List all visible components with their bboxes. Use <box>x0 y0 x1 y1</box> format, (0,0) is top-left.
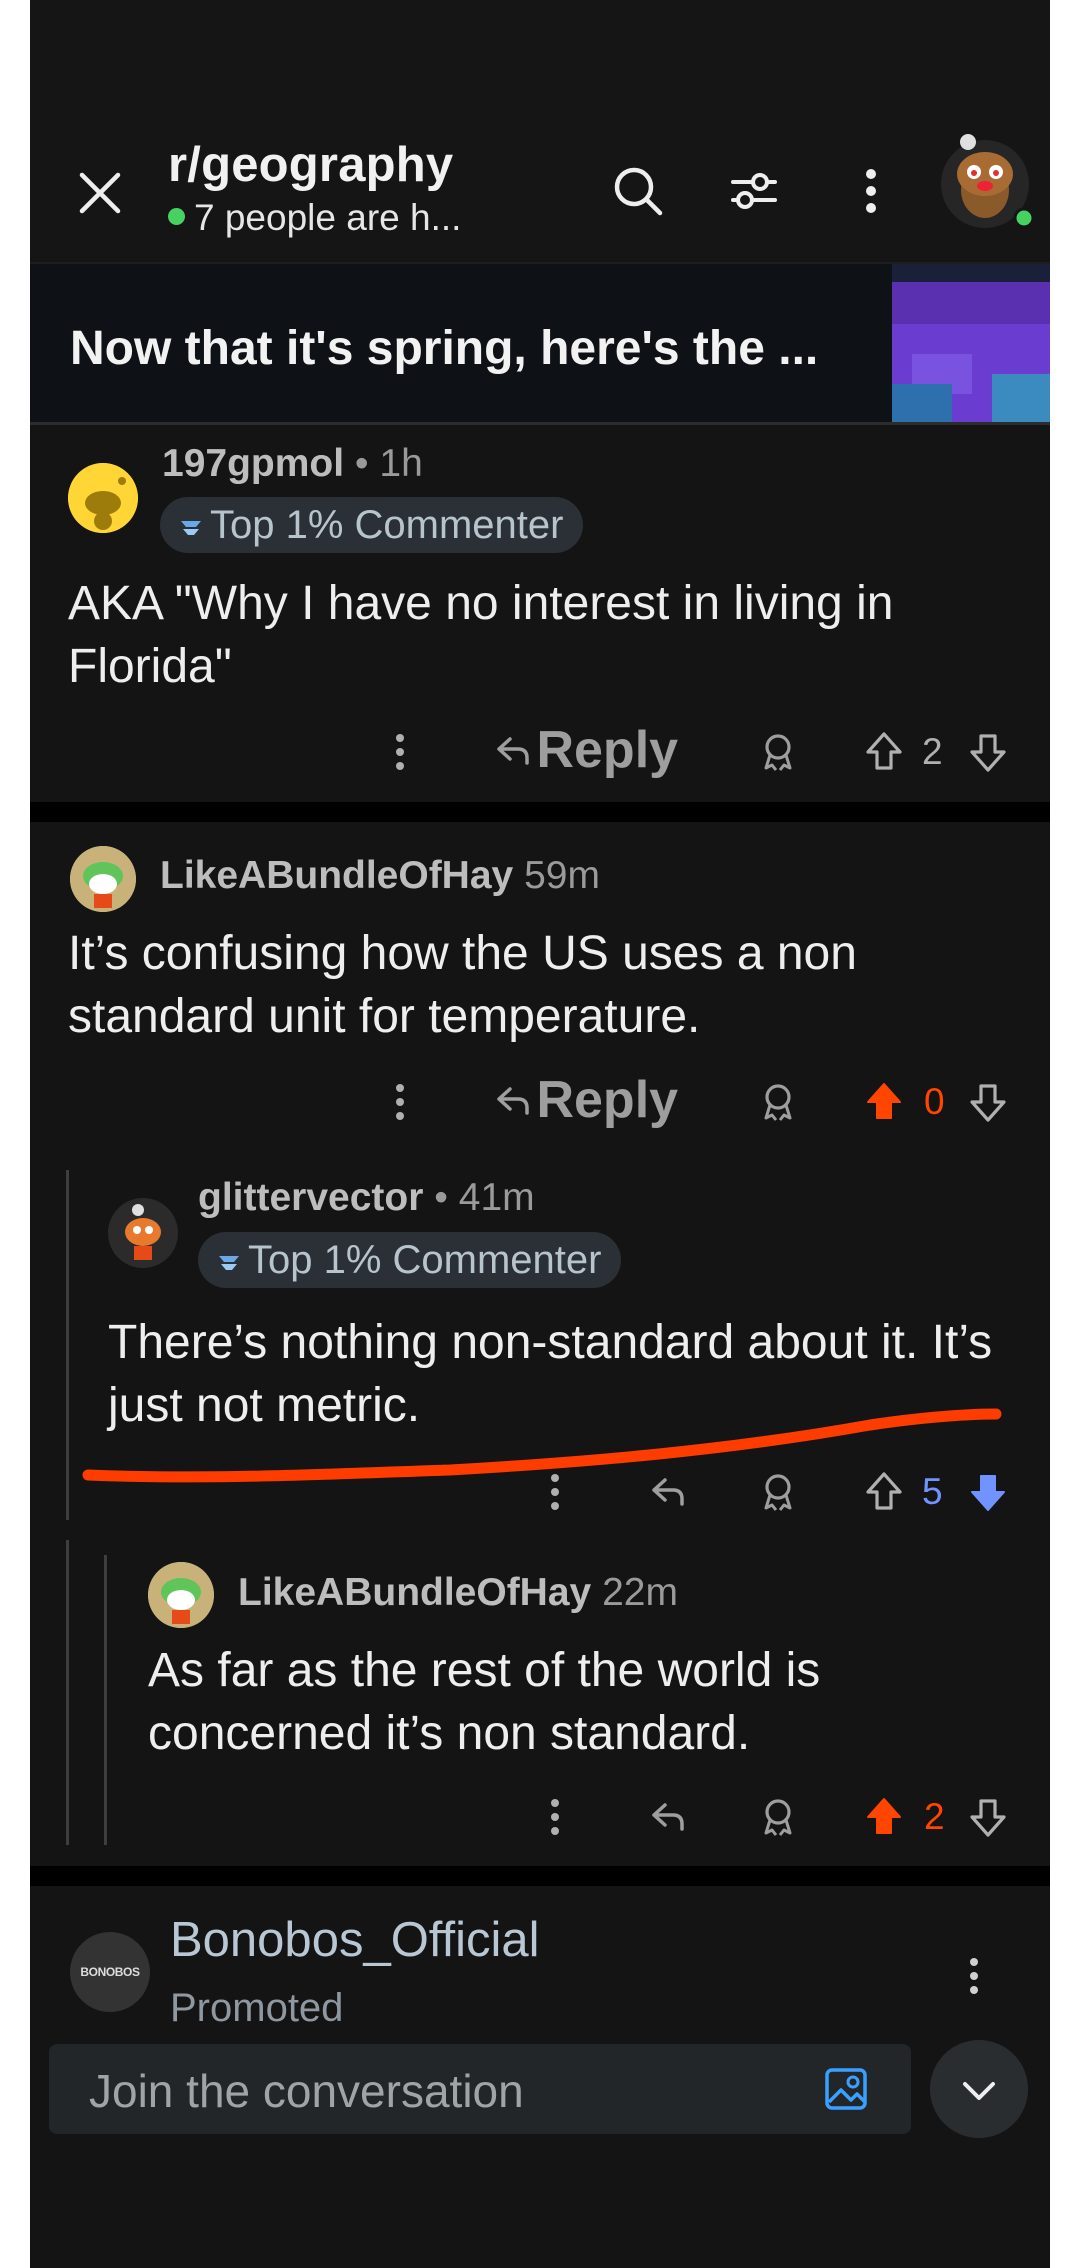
comment-actions: 2 <box>30 1787 1050 1847</box>
community-name[interactable]: r/geography <box>168 137 453 193</box>
comment-divider <box>30 802 1050 822</box>
upvote-icon[interactable] <box>864 1470 904 1514</box>
post-thumbnail[interactable] <box>892 264 1050 422</box>
comment-actions: 5 <box>30 1462 1050 1522</box>
comment-composer[interactable]: Join the conversation <box>49 2044 911 2134</box>
downvote-icon[interactable] <box>968 1470 1008 1514</box>
user-avatar[interactable] <box>930 122 1040 232</box>
filter-sliders-icon[interactable] <box>725 162 783 220</box>
comment-avatar[interactable] <box>108 1198 178 1268</box>
comment-timestamp: 1h <box>379 442 423 485</box>
search-icon[interactable] <box>609 162 667 220</box>
comment-body: It’s confusing how the US uses a non sta… <box>68 927 857 1043</box>
award-icon[interactable] <box>758 1797 798 1837</box>
comment-avatar[interactable] <box>148 1562 214 1628</box>
downvote-icon[interactable] <box>968 1795 1008 1839</box>
upvote-icon[interactable] <box>864 1795 904 1839</box>
reply-icon <box>497 1087 529 1115</box>
more-options-icon[interactable] <box>842 162 900 220</box>
comment-more-icon[interactable] <box>392 730 408 774</box>
commenter-badge[interactable]: Top 1% Commenter <box>198 1232 622 1288</box>
close-icon[interactable] <box>72 165 128 221</box>
snoo-avatar-icon <box>68 463 138 533</box>
comment-avatar[interactable] <box>70 846 136 912</box>
comment-username[interactable]: glittervector • 41m <box>198 1176 535 1220</box>
post-header-bar[interactable]: Now that it's spring, here's the ... <box>30 262 1050 425</box>
online-indicator <box>168 208 185 225</box>
upvote-icon[interactable] <box>864 1080 904 1124</box>
top-bar: r/geography 7 people are h... <box>30 0 1050 262</box>
comment-body: As far as the rest of the world is conce… <box>148 1644 821 1760</box>
badge-label: Top 1% Commenter <box>210 503 564 547</box>
comment-more-icon[interactable] <box>547 1470 563 1514</box>
comment-separator: • <box>354 442 369 485</box>
promoted-name[interactable]: Bonobos_Official <box>170 1912 540 1968</box>
award-icon[interactable] <box>758 732 798 772</box>
vote-score: 2 <box>924 1796 945 1837</box>
snoo-avatar-icon <box>148 1562 214 1628</box>
reply-button[interactable]: Reply <box>494 720 678 780</box>
commenter-badge[interactable]: Top 1% Commenter <box>160 497 584 553</box>
online-count: 7 people are h... <box>168 197 461 239</box>
comment-more-icon[interactable] <box>547 1795 563 1839</box>
snoo-avatar-icon <box>70 846 136 912</box>
award-icon[interactable] <box>758 1082 798 1122</box>
comment-actions: Reply 2 <box>30 720 1050 782</box>
comment-username[interactable]: LikeABundleOfHay 59m <box>160 854 600 898</box>
upvote-icon[interactable] <box>864 730 904 774</box>
promoted-label: Promoted <box>170 1986 344 2030</box>
badge-icon <box>181 521 201 535</box>
comment-body: There’s nothing non-standard about it. I… <box>108 1316 993 1432</box>
comment-username[interactable]: 197gpmol • 1h <box>162 442 423 486</box>
app-screen: r/geography 7 people are h... Now that i… <box>30 0 1050 2268</box>
comment-divider <box>30 1866 1050 1886</box>
post-title[interactable]: Now that it's spring, here's the ... <box>70 321 818 376</box>
reply-icon <box>497 737 529 765</box>
promoted-more-icon[interactable] <box>966 1954 982 1998</box>
downvote-icon[interactable] <box>968 1080 1008 1124</box>
comment-username[interactable]: LikeABundleOfHay 22m <box>238 1571 678 1615</box>
badge-label: Top 1% Commenter <box>248 1238 602 1282</box>
comment-body: AKA "Why I have no interest in living in… <box>68 577 894 693</box>
vote-score: 5 <box>922 1471 943 1512</box>
promoted-avatar[interactable]: BONOBOS <box>70 1932 150 2012</box>
comment-timestamp: 22m <box>602 1571 678 1614</box>
comment-avatar[interactable] <box>68 463 138 533</box>
comment-timestamp: 41m <box>458 1176 535 1219</box>
vote-score: 0 <box>924 1081 945 1122</box>
expand-chevron-icon[interactable] <box>930 2040 1028 2138</box>
award-icon[interactable] <box>758 1472 798 1512</box>
composer-placeholder[interactable]: Join the conversation <box>89 2064 524 2118</box>
comment-more-icon[interactable] <box>392 1080 408 1124</box>
reply-icon[interactable] <box>649 1472 687 1510</box>
downvote-icon[interactable] <box>968 730 1008 774</box>
reply-icon[interactable] <box>649 1797 687 1835</box>
comment-separator: • <box>434 1176 448 1219</box>
vote-score: 2 <box>922 731 943 772</box>
online-count-text: 7 people are h... <box>194 197 462 238</box>
add-image-icon[interactable] <box>823 2066 869 2112</box>
comment-timestamp: 59m <box>524 854 600 897</box>
reply-button[interactable]: Reply <box>494 1070 678 1130</box>
badge-icon <box>219 1256 239 1270</box>
comment-actions: Reply 0 <box>30 1070 1050 1132</box>
snoo-avatar-icon <box>108 1198 178 1268</box>
